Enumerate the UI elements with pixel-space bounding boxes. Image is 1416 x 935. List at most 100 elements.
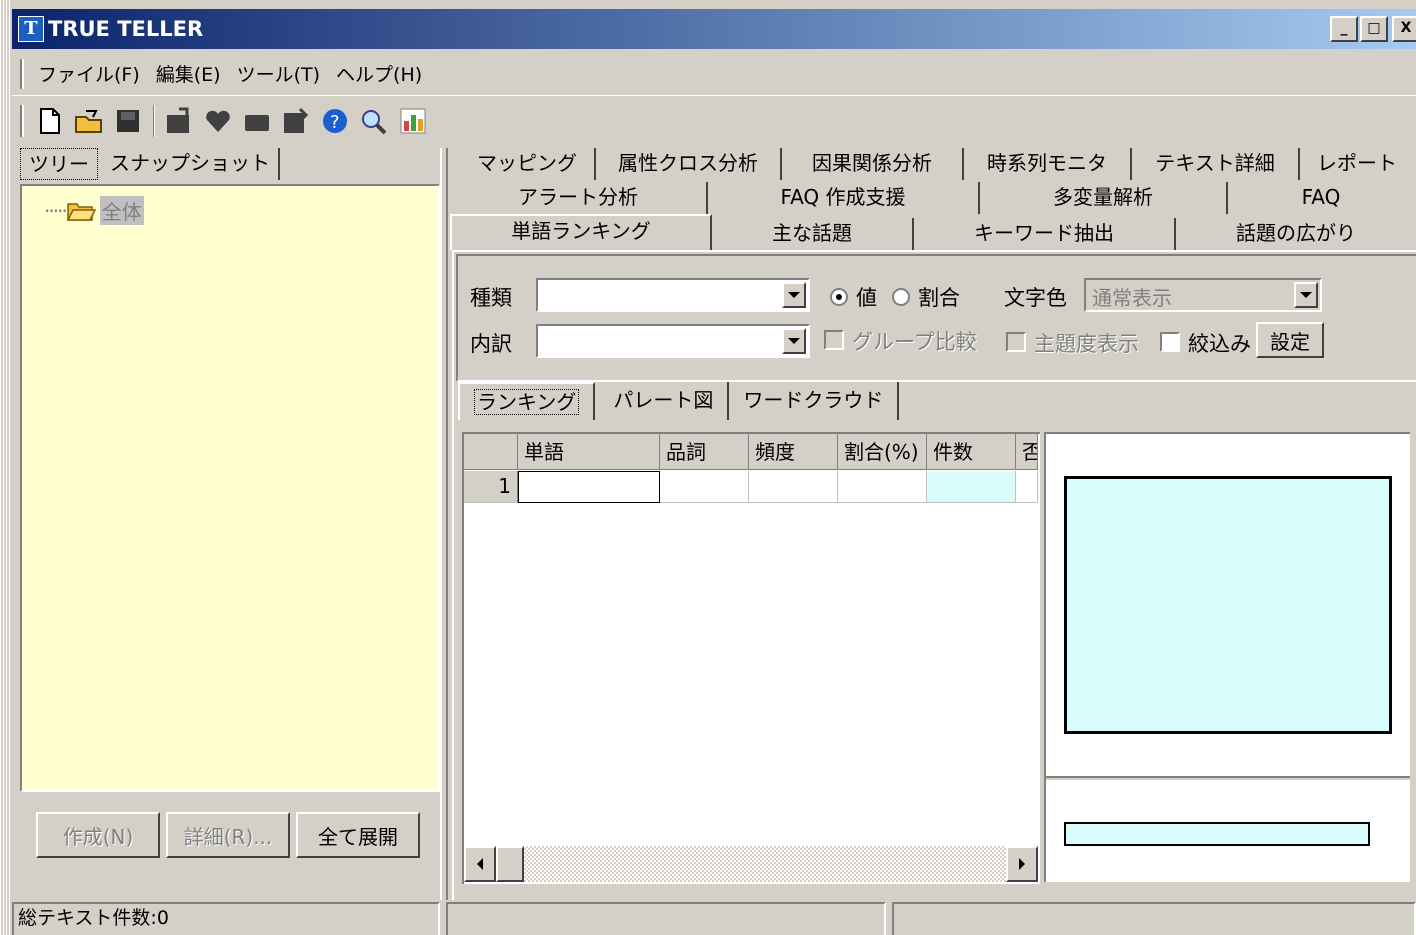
- text-color-value: 通常表示: [1092, 286, 1172, 310]
- grid-cell-count[interactable]: [927, 471, 1016, 503]
- tab-row-2: アラート分析 FAQ 作成支援 多変量解析 FAQ: [450, 182, 1414, 214]
- grid-header-ratio[interactable]: 割合(%): [838, 434, 927, 470]
- menu-file[interactable]: ファイル(F): [32, 60, 150, 87]
- settings-button[interactable]: 設定: [1256, 322, 1324, 358]
- tab-attribute-cross[interactable]: 属性クロス分析: [596, 148, 782, 180]
- db-icon[interactable]: [163, 105, 195, 137]
- grid-cell-extra[interactable]: [1016, 471, 1038, 503]
- save-icon[interactable]: [112, 105, 144, 137]
- window-title: TRUE TELLER: [48, 17, 204, 41]
- tab-snapshot[interactable]: スナップショット: [102, 148, 280, 180]
- tab-faq-support[interactable]: FAQ 作成支援: [708, 182, 980, 214]
- toolbar: ?: [12, 99, 1416, 143]
- search-icon[interactable]: [358, 105, 390, 137]
- status-text-count: 総テキスト件数:0: [12, 902, 440, 935]
- kind-combo[interactable]: [536, 278, 810, 312]
- tab-faq[interactable]: FAQ: [1228, 182, 1414, 214]
- new-icon[interactable]: [34, 105, 66, 137]
- tab-text-detail[interactable]: テキスト詳細: [1132, 148, 1300, 180]
- menu-edit[interactable]: 編集(E): [150, 60, 231, 87]
- chevron-down-icon[interactable]: [782, 328, 806, 354]
- grid-header-frequency[interactable]: 頻度: [749, 434, 838, 470]
- maximize-button[interactable]: □: [1360, 16, 1388, 42]
- tab-main-topics[interactable]: 主な話題: [712, 218, 914, 250]
- close-button[interactable]: X: [1392, 16, 1416, 42]
- subtab-pareto[interactable]: パレート図: [599, 382, 730, 420]
- text-color-label: 文字色: [1004, 286, 1067, 310]
- text-color-combo[interactable]: 通常表示: [1084, 278, 1322, 312]
- tab-row-1: マッピング 属性クロス分析 因果関係分析 時系列モニタ テキスト詳細 レポート: [460, 148, 1414, 180]
- breakdown-label: 内訳: [470, 332, 512, 356]
- chevron-down-icon[interactable]: [782, 282, 806, 308]
- folder-open-icon: [66, 202, 96, 221]
- tab-tree[interactable]: ツリー: [20, 148, 98, 180]
- grid-cell-ratio[interactable]: [838, 471, 927, 503]
- narrow-checkbox[interactable]: [1160, 332, 1180, 352]
- filter-area: [456, 254, 1416, 382]
- grid-corner: [464, 434, 518, 470]
- menu-grip: [20, 58, 24, 89]
- open-icon[interactable]: [73, 105, 105, 137]
- minimize-button[interactable]: _: [1330, 16, 1358, 42]
- help-icon[interactable]: ?: [319, 105, 351, 137]
- tree-node-label: 全体: [99, 196, 144, 225]
- chart-legend-box: [1064, 822, 1370, 846]
- grid-header-count[interactable]: 件数: [927, 434, 1016, 470]
- subtab-ranking-label: ランキング: [474, 389, 580, 415]
- tab-topic-spread[interactable]: 話題の広がり: [1176, 218, 1416, 250]
- ratio-label: 割合: [918, 286, 960, 310]
- grid-cell-frequency[interactable]: [749, 471, 838, 503]
- menu-tools[interactable]: ツール(T): [231, 60, 330, 87]
- tab-causal[interactable]: 因果関係分析: [782, 148, 964, 180]
- tab-alert[interactable]: アラート分析: [450, 182, 708, 214]
- subtab-ranking[interactable]: ランキング: [458, 382, 596, 420]
- left-tab-strip: ツリー スナップショット: [20, 148, 280, 180]
- subtab-wordcloud[interactable]: ワードクラウド: [729, 382, 900, 420]
- group-compare-checkbox[interactable]: [824, 330, 844, 350]
- status-bar: 総テキスト件数:0: [12, 900, 1416, 935]
- tab-word-ranking[interactable]: 単語ランキング: [450, 214, 712, 250]
- toolbar-separator: [153, 105, 155, 137]
- expand-all-button[interactable]: 全て展開: [296, 812, 420, 858]
- scroll-thumb[interactable]: [496, 846, 524, 882]
- chevron-down-icon[interactable]: [1294, 282, 1318, 308]
- topic-display-checkbox[interactable]: [1006, 332, 1026, 352]
- create-button[interactable]: 作成(N): [36, 812, 160, 858]
- chart-divider: [1046, 776, 1410, 782]
- folder-icon[interactable]: [241, 105, 273, 137]
- menu-help[interactable]: ヘルプ(H): [330, 60, 432, 87]
- breakdown-combo[interactable]: [536, 324, 810, 358]
- grid-cell-word[interactable]: [518, 471, 660, 503]
- grid-header-pos[interactable]: 品詞: [660, 434, 749, 470]
- ratio-radio[interactable]: [892, 288, 910, 306]
- status-panel-2: [446, 902, 886, 935]
- edit-icon[interactable]: [280, 105, 312, 137]
- window-frame-left: [0, 0, 12, 935]
- value-label: 値: [856, 286, 877, 310]
- grid-cell-pos[interactable]: [660, 471, 749, 503]
- tree-node-root[interactable]: ····· 全体: [44, 196, 144, 225]
- tab-mapping[interactable]: マッピング: [460, 148, 596, 180]
- grid-header-extra[interactable]: 否: [1016, 434, 1038, 470]
- value-radio[interactable]: [830, 288, 848, 306]
- chart-plot-box: [1064, 476, 1392, 734]
- scroll-left-button[interactable]: [464, 846, 496, 882]
- tab-row-3: 単語ランキング 主な話題 キーワード抽出 話題の広がり: [450, 214, 1416, 250]
- title-bar: T TRUE TELLER _ □ X: [12, 9, 1416, 49]
- detail-button[interactable]: 詳細(R)...: [166, 812, 290, 858]
- tab-timeseries[interactable]: 時系列モニタ: [964, 148, 1132, 180]
- menu-bar: ファイル(F) 編集(E) ツール(T) ヘルプ(H): [12, 52, 1416, 96]
- tab-multivariate[interactable]: 多変量解析: [980, 182, 1228, 214]
- tab-report[interactable]: レポート: [1300, 148, 1414, 180]
- grid-header-word[interactable]: 単語: [518, 434, 660, 470]
- status-panel-3: [892, 902, 1416, 935]
- heart-icon[interactable]: [202, 105, 234, 137]
- chart-icon[interactable]: [397, 105, 429, 137]
- horizontal-scrollbar[interactable]: [464, 846, 1038, 882]
- ranking-grid: 単語 品詞 頻度 割合(%) 件数 否 1: [462, 432, 1040, 884]
- tab-keyword-extract[interactable]: キーワード抽出: [914, 218, 1176, 250]
- topic-display-label: 主題度表示: [1034, 332, 1139, 356]
- splitter[interactable]: [440, 148, 448, 900]
- app-icon: T: [18, 16, 44, 42]
- scroll-right-button[interactable]: [1006, 846, 1038, 882]
